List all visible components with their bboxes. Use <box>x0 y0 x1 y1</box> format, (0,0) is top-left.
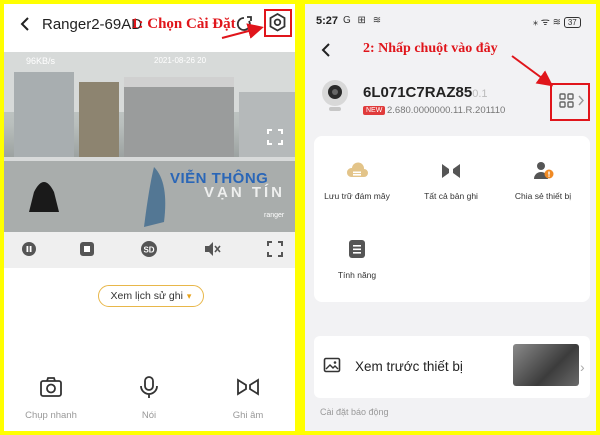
record-icon[interactable] <box>76 238 98 260</box>
chevron-down-icon: ▾ <box>186 290 192 301</box>
all-recordings-label[interactable]: Tất cả bản ghi <box>406 191 496 201</box>
share-icon[interactable] <box>234 14 254 34</box>
battery-icon: 37 <box>563 17 581 28</box>
record-label: Ghi âm <box>232 410 264 421</box>
camera-watermark: ranger <box>264 212 285 219</box>
share-device-icon[interactable] <box>531 159 555 183</box>
device-name: 6L071C7RAZ850.1 <box>363 84 488 101</box>
firmware-version: 2.680.0000000.11.R.201110 <box>387 105 506 116</box>
cloud-storage-label[interactable]: Lưu trữ đám mây <box>312 191 402 201</box>
chevron-right-icon: › <box>580 359 585 375</box>
pause-icon[interactable] <box>18 238 40 260</box>
annotation-step2: 2: Nhấp chuột vào đây <box>363 41 498 56</box>
device-settings-button[interactable] <box>550 83 590 121</box>
all-recordings-icon[interactable] <box>439 159 463 183</box>
left-screen: Ranger2-69AD 1: Chọn Cài Đặt 96KB/s 2021… <box>4 4 295 431</box>
mute-icon[interactable] <box>201 238 223 260</box>
view-history-button[interactable]: Xem lịch sử ghi ▾ <box>98 285 204 307</box>
camera-avatar <box>318 78 352 112</box>
status-time: 5:27 <box>316 15 339 27</box>
signal-icons: ⁎ ᯤ ≋ <box>533 17 562 28</box>
status-right: ⁎ ᯤ ≋ 37 <box>533 14 581 28</box>
status-icons: G ⊞ ≋ <box>343 15 384 26</box>
image-icon <box>323 356 341 374</box>
back-icon[interactable] <box>319 42 335 58</box>
back-icon[interactable] <box>16 14 36 34</box>
device-id: 6L071C7RAZ85 <box>363 84 473 101</box>
video-record-icon[interactable] <box>235 374 261 400</box>
view-history-label: Xem lịch sử ghi <box>110 290 183 302</box>
camera-icon[interactable] <box>38 374 64 400</box>
new-badge: NEW <box>363 106 386 115</box>
video-timestamp: 2021-08-26 20 <box>154 56 207 65</box>
features-icon[interactable] <box>345 237 369 261</box>
sd-icon[interactable]: SD <box>138 238 160 260</box>
settings-button[interactable] <box>264 9 292 37</box>
features-label[interactable]: Tính năng <box>312 270 402 280</box>
cloud-storage-icon[interactable] <box>345 159 369 183</box>
device-settings-icon <box>559 93 584 108</box>
device-preview-label: Xem trước thiết bị <box>355 359 463 374</box>
share-device-label[interactable]: Chia sẻ thiết bị <box>498 191 588 201</box>
preview-thumbnail <box>513 344 579 386</box>
microphone-icon[interactable] <box>136 374 162 400</box>
device-name-suffix: 0.1 <box>472 88 488 100</box>
snapshot-label: Chụp nhanh <box>25 410 77 421</box>
annotation-step1: 1: Chọn Cài Đặt <box>131 16 236 32</box>
right-screen: 5:27 G ⊞ ≋ ⁎ ᯤ ≋ 37 2: Nhấp chuột vào đâ… <box>305 4 596 431</box>
expand-icon[interactable] <box>266 128 284 146</box>
talk-label: Nói <box>141 410 157 421</box>
alarm-settings-section-label: Cài đặt báo động <box>320 407 389 417</box>
gear-icon <box>269 12 286 32</box>
watermark-logo-line2: VẠN TÍN <box>204 184 285 201</box>
live-video[interactable] <box>4 52 295 232</box>
bitrate-text: 96KB/s <box>26 56 56 66</box>
sd-label: SD <box>143 246 154 255</box>
fullscreen-icon[interactable] <box>264 238 286 260</box>
device-title: Ranger2-69AD <box>42 16 143 33</box>
